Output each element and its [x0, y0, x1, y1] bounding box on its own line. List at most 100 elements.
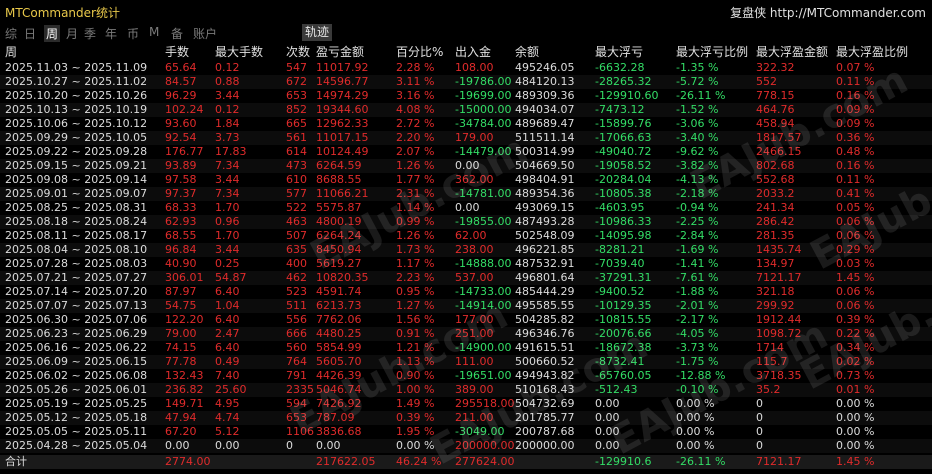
cell-max-float-loss-pct: -1.75 %	[676, 355, 719, 368]
header-max-float-profit[interactable]: 最大浮盈金额	[756, 44, 828, 61]
cell-max-float-loss-pct: -12.88 %	[676, 369, 726, 382]
table-row[interactable]: 2025.10.06 ~ 2025.10.12 93.60 1.84 665 12962…	[0, 117, 932, 131]
tab-overview[interactable]: 综	[5, 25, 17, 42]
table-row[interactable]: 2025.11.03 ~ 2025.11.09 65.64 0.12 547 11017…	[0, 61, 932, 75]
header-max-float-loss-pct[interactable]: 最大浮亏比例	[676, 44, 748, 61]
tab-week[interactable]: 周	[44, 25, 61, 42]
tab-backup[interactable]: 备	[171, 25, 183, 42]
table-row[interactable]: 2025.08.25 ~ 2025.08.31 68.33 1.70 522 5575.…	[0, 201, 932, 215]
cell-week: 2025.07.07 ~ 2025.07.13	[5, 299, 148, 312]
tab-account[interactable]: 账户	[193, 25, 217, 42]
cell-max-float-loss-pct: -0.10 %	[676, 383, 719, 396]
table-row[interactable]: 2025.07.21 ~ 2025.07.27 306.01 54.87 462 108…	[0, 271, 932, 285]
table-row[interactable]: 2025.10.20 ~ 2025.10.26 96.29 3.44 653 14974…	[0, 89, 932, 103]
cell-pct: 1.00 %	[396, 383, 435, 396]
table-row[interactable]: 2025.09.08 ~ 2025.09.14 97.58 3.44 610 8688.…	[0, 173, 932, 187]
track-button[interactable]: 轨迹	[302, 24, 332, 41]
table-row[interactable]: 2025.05.26 ~ 2025.06.01 236.82 25.60 2335 50…	[0, 383, 932, 397]
table-row[interactable]: 2025.05.19 ~ 2025.05.25 149.71 4.95 594 7426…	[0, 397, 932, 411]
header-pnl[interactable]: 盈亏金额	[316, 44, 364, 61]
cell-lots: 65.64	[165, 61, 197, 74]
cell-pct: 1.26 %	[396, 229, 435, 242]
cell-max-float-profit-pct: 0.00 %	[836, 411, 875, 424]
cell-count: 577	[286, 187, 307, 200]
cell-deposit-withdraw: 0.00	[455, 201, 480, 214]
header-lots[interactable]: 手数	[165, 44, 189, 61]
header-balance[interactable]: 余额	[515, 44, 539, 61]
header-count[interactable]: 次数	[286, 44, 310, 61]
table-row[interactable]: 2025.06.30 ~ 2025.07.06 122.20 6.40 556 7762…	[0, 313, 932, 327]
cell-lots: 54.75	[165, 299, 197, 312]
tab-day[interactable]: 日	[24, 25, 36, 42]
cell-lots: 176.77	[165, 145, 204, 158]
cell-lots: 40.90	[165, 257, 197, 270]
header-week[interactable]: 周	[5, 44, 17, 61]
cell-max-float-loss: -10986.33	[595, 215, 652, 228]
table-row[interactable]: 2025.07.14 ~ 2025.07.20 87.97 6.40 523 4591.…	[0, 285, 932, 299]
cell-max-float-loss: 0.00	[595, 397, 620, 410]
cell-lots: 149.71	[165, 397, 204, 410]
cell-balance: 496346.76	[515, 327, 575, 340]
tab-month[interactable]: 月	[66, 25, 78, 42]
cell-max-lots: 6.40	[215, 285, 240, 298]
cell-max-float-loss-pct: 0.00 %	[676, 397, 715, 410]
table-row[interactable]: 2025.06.16 ~ 2025.06.22 74.15 6.40 560 5854.…	[0, 341, 932, 355]
cell-max-float-profit-pct: 0.41 %	[836, 187, 875, 200]
table-row[interactable]: 2025.06.09 ~ 2025.06.15 77.78 0.49 764 5605.…	[0, 355, 932, 369]
header-max-float-profit-pct[interactable]: 最大浮盈比例	[836, 44, 908, 61]
cell-count: 473	[286, 159, 307, 172]
cell-balance: 489689.47	[515, 117, 575, 130]
cell-deposit-withdraw: 251.00	[455, 327, 494, 340]
cell-max-lots: 3.44	[215, 173, 240, 186]
table-row[interactable]: 2025.10.13 ~ 2025.10.19 102.24 0.12 852 1934…	[0, 103, 932, 117]
cell-max-lots: 7.34	[215, 159, 240, 172]
cell-max-float-profit-pct: 0.03 %	[836, 257, 875, 270]
table-row[interactable]: 2025.10.27 ~ 2025.11.02 84.57 0.88 672 14596…	[0, 75, 932, 89]
table-row[interactable]: 2025.08.11 ~ 2025.08.17 68.55 1.70 507 6264.…	[0, 229, 932, 243]
table-row[interactable]: 2025.05.12 ~ 2025.05.18 47.94 4.74 653 787.0…	[0, 411, 932, 425]
cell-pct: 2.31 %	[396, 187, 435, 200]
table-row[interactable]: 2025.07.28 ~ 2025.08.03 40.90 0.25 400 5619.…	[0, 257, 932, 271]
cell-max-lots: 6.40	[215, 313, 240, 326]
cell-max-float-loss-pct: 0.00 %	[676, 439, 715, 452]
header-pct[interactable]: 百分比%	[396, 44, 443, 61]
header-max-lots[interactable]: 最大手数	[215, 44, 263, 61]
cell-deposit-withdraw: -19699.00	[455, 89, 512, 102]
cell-pnl: 787.09	[316, 411, 355, 424]
table-row[interactable]: 2025.08.04 ~ 2025.08.10 96.84 3.44 635 8450.…	[0, 243, 932, 257]
cell-count: 852	[286, 103, 307, 116]
table-row[interactable]: 2025.04.28 ~ 2025.05.04 0.00 0.00 0 0.00 0.00…	[0, 439, 932, 453]
cell-count: 2335	[286, 383, 314, 396]
header-deposit-withdraw[interactable]: 出入金	[455, 44, 491, 61]
cell-lots: 132.43	[165, 369, 204, 382]
table-row[interactable]: 2025.09.15 ~ 2025.09.21 93.89 7.34 473 6264.…	[0, 159, 932, 173]
table-row[interactable]: 2025.05.05 ~ 2025.05.11 67.20 5.12 1106 3836…	[0, 425, 932, 439]
tab-m[interactable]: M	[149, 25, 159, 39]
cell-count: 653	[286, 411, 307, 424]
cell-lots: 93.89	[165, 159, 197, 172]
cell-pnl: 5854.99	[316, 341, 362, 354]
cell-balance: 491615.51	[515, 341, 575, 354]
cell-lots: 74.15	[165, 341, 197, 354]
cell-lots: 62.93	[165, 215, 197, 228]
cell-max-float-profit: 2033.2	[756, 187, 795, 200]
cell-max-float-loss-pct: -9.62 %	[676, 145, 719, 158]
table-row[interactable]: 2025.08.18 ~ 2025.08.24 62.93 0.96 463 4800.…	[0, 215, 932, 229]
header-max-float-loss[interactable]: 最大浮亏	[595, 44, 643, 61]
table-row[interactable]: 2025.09.29 ~ 2025.10.05 92.54 3.73 561 11017…	[0, 131, 932, 145]
credit-link[interactable]: 复盘侠 http://MTCommander.com	[730, 4, 926, 21]
cell-pnl: 3836.68	[316, 425, 362, 438]
table-row[interactable]: 2025.07.07 ~ 2025.07.13 54.75 1.04 511 6213.…	[0, 299, 932, 313]
cell-max-float-profit: 299.92	[756, 299, 795, 312]
tab-currency[interactable]: 币	[127, 25, 139, 42]
tab-year[interactable]: 年	[105, 25, 117, 42]
table-row[interactable]: 2025.06.23 ~ 2025.06.29 79.00 2.47 666 4480.…	[0, 327, 932, 341]
cell-max-float-loss: 0.00	[595, 439, 620, 452]
cell-balance: 510168.43	[515, 383, 575, 396]
table-row[interactable]: 2025.09.01 ~ 2025.09.07 97.37 7.34 577 11066…	[0, 187, 932, 201]
cell-max-float-profit-pct: 0.22 %	[836, 327, 875, 340]
table-row[interactable]: 2025.09.22 ~ 2025.09.28 176.77 17.83 614 101…	[0, 145, 932, 159]
table-row[interactable]: 2025.06.02 ~ 2025.06.08 132.43 7.40 791 4426…	[0, 369, 932, 383]
tab-quarter[interactable]: 季	[84, 25, 96, 42]
cell-count: 791	[286, 369, 307, 382]
